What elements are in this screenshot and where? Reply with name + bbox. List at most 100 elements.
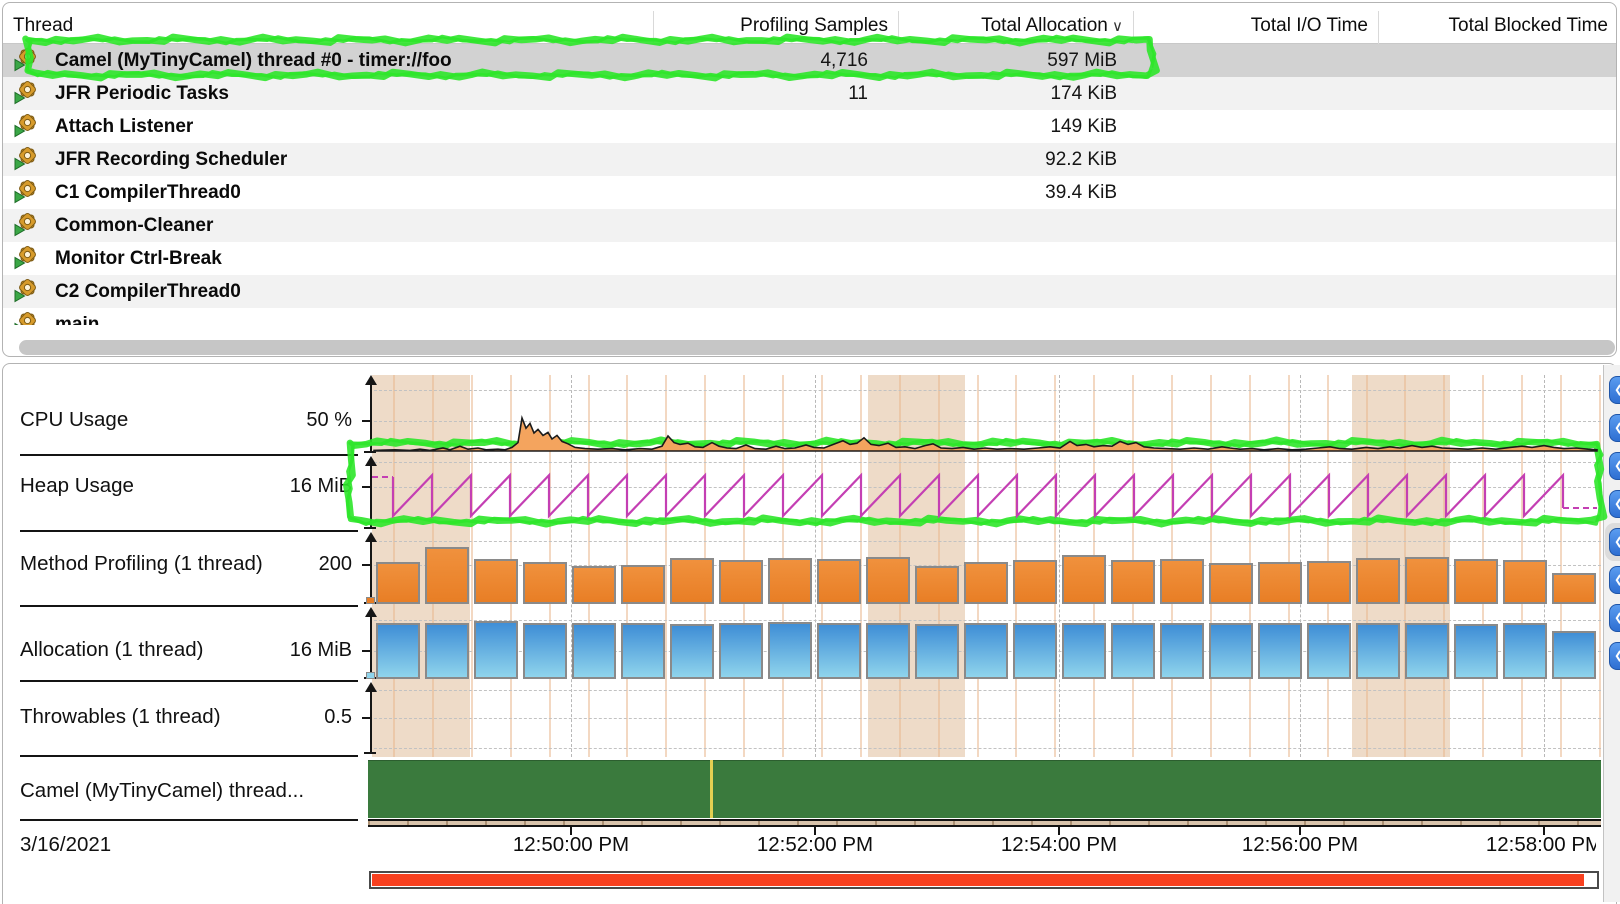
lane-control-button[interactable]: ❮: [1609, 566, 1620, 594]
table-row-c1-compilerthread0[interactable]: C1 CompilerThread039.4 KiB: [3, 176, 1616, 209]
table-row-main[interactable]: main: [3, 308, 1616, 325]
allocation-bar[interactable]: [1552, 631, 1596, 679]
allocation-bar[interactable]: [1062, 623, 1106, 679]
column-header-total-allocation[interactable]: Total Allocation ∨: [898, 9, 1133, 43]
method-profiling-bar[interactable]: [425, 547, 469, 604]
cell-blocked: [1378, 209, 1616, 242]
thread-gear-icon: [13, 146, 39, 172]
table-row-c2-compilerthread0[interactable]: C2 CompilerThread0: [3, 275, 1616, 308]
camel-thread-lifespan-bar[interactable]: [368, 760, 1601, 818]
method-profiling-bar[interactable]: [719, 560, 763, 604]
table-row-jfr-periodic-tasks[interactable]: JFR Periodic Tasks11174 KiB: [3, 77, 1616, 110]
method-profiling-bar[interactable]: [1405, 557, 1449, 604]
allocation-bar[interactable]: [915, 624, 959, 679]
allocation-bar[interactable]: [1209, 623, 1253, 679]
lane-control-button[interactable]: ❮: [1609, 490, 1620, 518]
cell-allocation: 149 KiB: [898, 110, 1133, 143]
cell-io: [1133, 176, 1378, 209]
lane-separator: [20, 819, 358, 821]
allocation-bar[interactable]: [1454, 624, 1498, 679]
method-profiling-bar[interactable]: [964, 562, 1008, 604]
allocation-bar[interactable]: [1307, 623, 1351, 679]
timeline-range-slider-thumb[interactable]: [372, 874, 1584, 886]
table-row-attach-listener[interactable]: Attach Listener149 KiB: [3, 110, 1616, 143]
allocation-bar[interactable]: [1258, 623, 1302, 679]
allocation-bar[interactable]: [866, 623, 910, 679]
table-row-jfr-recording-scheduler[interactable]: JFR Recording Scheduler92.2 KiB: [3, 143, 1616, 176]
table-horizontal-scrollbar[interactable]: [19, 340, 1615, 355]
cell-allocation: 92.2 KiB: [898, 143, 1133, 176]
method-profiling-bar[interactable]: [523, 562, 567, 604]
method-profiling-bar[interactable]: [866, 557, 910, 604]
method-profiling-bar[interactable]: [817, 559, 861, 604]
allocation-bar[interactable]: [1356, 623, 1400, 679]
column-header-thread[interactable]: Thread: [3, 9, 653, 43]
method-profiling-bar[interactable]: [1209, 563, 1253, 604]
column-header-profiling-samples[interactable]: Profiling Samples: [653, 9, 898, 43]
method-profiling-bar[interactable]: [768, 558, 812, 604]
allocation-bar[interactable]: [376, 623, 420, 679]
method-profiling-bar[interactable]: [1062, 555, 1106, 604]
allocation-bar[interactable]: [621, 623, 665, 679]
lane-tick-value-cpu: 50 %: [180, 408, 352, 432]
lane-control-button[interactable]: ❮: [1609, 452, 1620, 480]
thread-gear-icon: [13, 245, 39, 271]
lane-control-button[interactable]: ❮: [1609, 604, 1620, 632]
column-header-total-i-o-time[interactable]: Total I/O Time: [1133, 9, 1378, 43]
cell-allocation: [898, 308, 1133, 325]
table-row-monitor-ctrl-break[interactable]: Monitor Ctrl-Break: [3, 242, 1616, 275]
lane-separator: [20, 605, 358, 607]
cell-blocked: [1378, 44, 1616, 77]
cell-allocation: [898, 275, 1133, 308]
lane-control-button[interactable]: ❮: [1609, 528, 1620, 556]
timeline-range-slider-track[interactable]: [369, 871, 1599, 889]
method-profiling-bar[interactable]: [1160, 559, 1204, 604]
method-profiling-bar[interactable]: [1258, 562, 1302, 604]
thread-gear-icon: [13, 311, 39, 325]
table-row-camel-mytinycamel-thread-0-tim[interactable]: Camel (MyTinyCamel) thread #0 - timer://…: [3, 44, 1616, 77]
allocation-bar[interactable]: [1503, 623, 1547, 679]
thread-gear-icon: [13, 212, 39, 238]
allocation-bar[interactable]: [670, 624, 714, 679]
method-profiling-bar[interactable]: [1356, 558, 1400, 604]
allocation-bar[interactable]: [474, 621, 518, 679]
allocation-bar[interactable]: [572, 623, 616, 679]
method-profiling-bar[interactable]: [1503, 560, 1547, 604]
method-profiling-bar[interactable]: [1111, 560, 1155, 604]
method-profiling-bar[interactable]: [915, 566, 959, 604]
allocation-bar[interactable]: [768, 622, 812, 679]
method-profiling-bar[interactable]: [1307, 561, 1351, 604]
allocation-bar[interactable]: [523, 623, 567, 679]
method-profiling-bar[interactable]: [670, 558, 714, 604]
cell-io: [1133, 44, 1378, 77]
lane-control-button[interactable]: ❮: [1609, 376, 1620, 404]
method-profiling-bar[interactable]: [474, 559, 518, 604]
allocation-bar[interactable]: [817, 623, 861, 679]
method-profiling-bar[interactable]: [572, 566, 616, 604]
allocation-bar[interactable]: [1160, 623, 1204, 679]
cell-allocation: 39.4 KiB: [898, 176, 1133, 209]
allocation-bar[interactable]: [1111, 623, 1155, 679]
lane-edge-stub-method-profiling: [366, 597, 375, 604]
allocation-bar[interactable]: [425, 623, 469, 679]
method-profiling-bar[interactable]: [376, 562, 420, 604]
allocation-bar[interactable]: [964, 623, 1008, 679]
cell-samples: [653, 209, 898, 242]
method-profiling-bar[interactable]: [621, 565, 665, 604]
method-profiling-bar[interactable]: [1013, 560, 1057, 604]
method-profiling-bar[interactable]: [1454, 559, 1498, 604]
allocation-bar[interactable]: [719, 623, 763, 679]
allocation-bar[interactable]: [1013, 623, 1057, 679]
time-axis-labels: 12:50:00 PM12:52:00 PM12:54:00 PM12:56:0…: [368, 833, 1596, 861]
allocation-bar[interactable]: [1405, 623, 1449, 679]
lane-label-camel: Camel (MyTinyCamel) thread...: [20, 778, 304, 804]
cell-io: [1133, 308, 1378, 325]
lane-edge-stub-allocation: [366, 672, 375, 679]
cell-samples: 4,716: [653, 44, 898, 77]
lane-control-button[interactable]: ❮: [1609, 642, 1620, 670]
column-header-total-blocked-time[interactable]: Total Blocked Time: [1378, 9, 1617, 43]
cell-io: [1133, 242, 1378, 275]
table-row-common-cleaner[interactable]: Common-Cleaner: [3, 209, 1616, 242]
method-profiling-bar[interactable]: [1552, 573, 1596, 604]
lane-control-button[interactable]: ❮: [1609, 414, 1620, 442]
